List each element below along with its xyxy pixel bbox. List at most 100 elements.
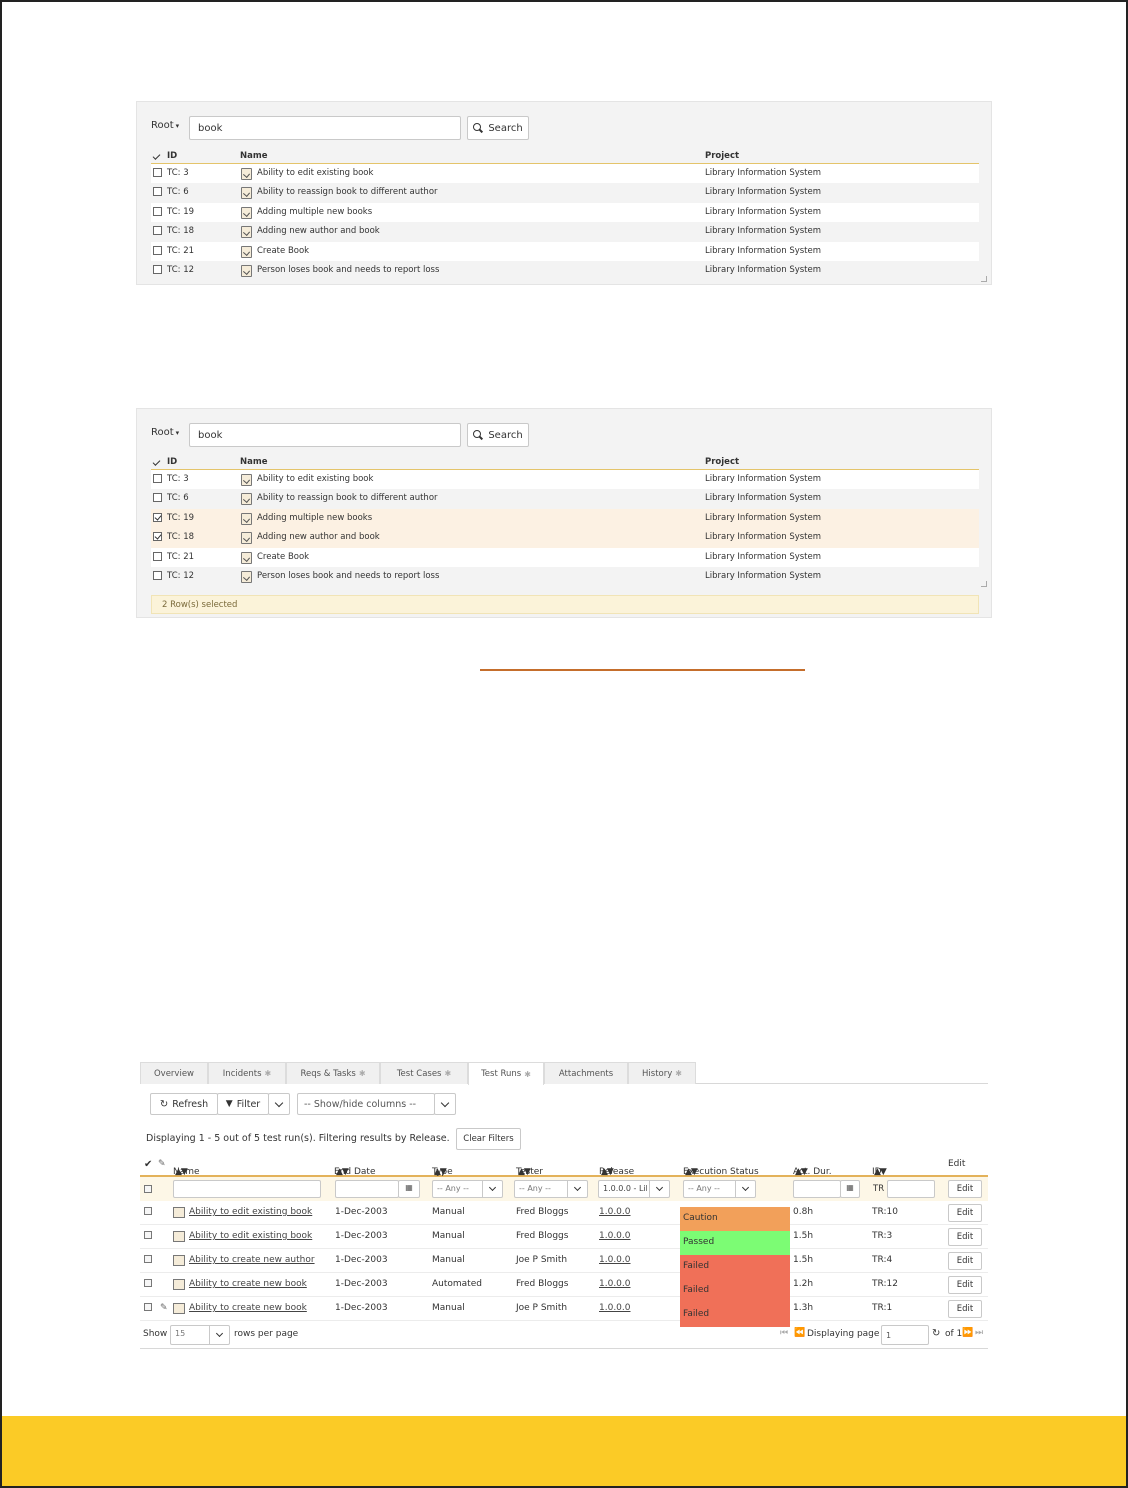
calculator-icon[interactable]: ▦ bbox=[840, 1180, 860, 1198]
row-checkbox[interactable] bbox=[153, 532, 162, 542]
test-run-name-link[interactable]: Ability to create new author bbox=[189, 1255, 315, 1265]
release-link[interactable]: 1.0.0.0 bbox=[599, 1279, 631, 1289]
edit-button[interactable]: Edit bbox=[948, 1300, 982, 1318]
search-button[interactable]: Search bbox=[467, 423, 529, 447]
table-row[interactable]: TC: 21 Create Book Library Information Sys… bbox=[151, 241, 979, 261]
tab-overview[interactable]: Overview bbox=[140, 1062, 208, 1084]
id-filter-input[interactable] bbox=[887, 1180, 935, 1198]
sort-icon[interactable]: ▲▼ bbox=[336, 1167, 349, 1177]
row-checkbox[interactable] bbox=[153, 245, 162, 255]
search-button[interactable]: Search bbox=[467, 116, 529, 140]
name-filter-input[interactable] bbox=[173, 1180, 321, 1198]
check-all-icon[interactable] bbox=[152, 458, 161, 466]
sort-icon[interactable]: ▲▼ bbox=[874, 1167, 887, 1177]
first-page-icon[interactable]: ⏮ bbox=[780, 1328, 788, 1338]
filter-button[interactable]: ▼ Filter bbox=[217, 1093, 269, 1115]
table-row[interactable]: TC: 18 Adding new author and book Library … bbox=[151, 528, 979, 548]
filter-dropdown-button[interactable] bbox=[268, 1093, 290, 1115]
row-checkbox[interactable] bbox=[144, 1303, 152, 1311]
tester-filter-select[interactable]: -- Any -- bbox=[514, 1180, 588, 1198]
check-all-icon[interactable] bbox=[152, 152, 161, 160]
tab-test-runs[interactable]: Test Runs ✱ bbox=[468, 1062, 544, 1085]
row-checkbox[interactable] bbox=[153, 474, 162, 483]
row-checkbox[interactable] bbox=[153, 168, 162, 177]
row-checkbox[interactable] bbox=[153, 570, 162, 580]
last-page-icon[interactable]: ⏭ bbox=[975, 1328, 983, 1338]
root-dropdown[interactable]: Root ▾ bbox=[151, 120, 179, 131]
root-dropdown[interactable]: Root ▾ bbox=[151, 427, 179, 438]
total-pages-label: of 1 bbox=[945, 1329, 963, 1339]
test-run-name-link[interactable]: Ability to edit existing book bbox=[189, 1207, 312, 1217]
row-checkbox[interactable] bbox=[153, 187, 162, 197]
tab-incidents[interactable]: Incidents ✱ bbox=[208, 1062, 286, 1084]
row-checkbox[interactable] bbox=[144, 1279, 152, 1287]
row-checkbox[interactable] bbox=[144, 1231, 152, 1239]
test-run-name-link[interactable]: Ability to create new book bbox=[189, 1279, 307, 1289]
sort-icon[interactable]: ▲▼ bbox=[518, 1167, 531, 1177]
paperclip-icon[interactable]: ✎ bbox=[160, 1303, 168, 1313]
sort-icon[interactable]: ▲▼ bbox=[434, 1167, 447, 1177]
table-row[interactable]: TC: 12 Person loses book and needs to rep… bbox=[151, 260, 979, 281]
previous-page-icon[interactable]: ⏪ bbox=[794, 1328, 805, 1338]
edit-button[interactable]: Edit bbox=[948, 1276, 982, 1294]
table-row[interactable]: TC: 19 Adding multiple new books Library I… bbox=[151, 508, 979, 529]
table-row[interactable]: TC: 18 Adding new author and book Library … bbox=[151, 222, 979, 242]
release-link[interactable]: 1.0.0.0 bbox=[599, 1255, 631, 1265]
rows-per-page-select[interactable]: 15 bbox=[170, 1325, 230, 1345]
search-input[interactable] bbox=[189, 116, 461, 140]
status-filter-select[interactable]: -- Any -- bbox=[683, 1180, 756, 1198]
edit-button[interactable]: Edit bbox=[948, 1252, 982, 1270]
table-row[interactable]: TC: 6 Ability to reassign book to differe… bbox=[151, 183, 979, 203]
row-checkbox[interactable] bbox=[144, 1207, 152, 1215]
table-row[interactable]: TC: 3 Ability to edit existing book Librar… bbox=[151, 164, 979, 184]
sort-icon[interactable]: ▲▼ bbox=[175, 1167, 188, 1177]
tab-test-cases[interactable]: Test Cases ✱ bbox=[380, 1062, 468, 1084]
next-page-icon[interactable]: ⏩ bbox=[962, 1328, 973, 1338]
table-row[interactable]: TC: 19 Adding multiple new books Library I… bbox=[151, 202, 979, 223]
calendar-icon[interactable]: ▦ bbox=[398, 1180, 420, 1198]
tester: Fred Bloggs bbox=[516, 1279, 569, 1289]
tab-attachments[interactable]: Attachments bbox=[544, 1062, 628, 1084]
sort-icon[interactable]: ▲▼ bbox=[685, 1167, 698, 1177]
page-number-input[interactable] bbox=[881, 1325, 929, 1345]
table-row[interactable]: TC: 12 Person loses book and needs to rep… bbox=[151, 566, 979, 587]
tab-reqs-tasks[interactable]: Reqs & Tasks ✱ bbox=[286, 1062, 380, 1084]
type-filter-select[interactable]: -- Any -- bbox=[432, 1180, 503, 1198]
resize-grip-icon[interactable] bbox=[981, 581, 987, 587]
table-row[interactable]: TC: 6 Ability to reassign book to differe… bbox=[151, 489, 979, 509]
table-row[interactable]: TC: 3 Ability to edit existing book Librar… bbox=[151, 470, 979, 490]
release-filter-select[interactable]: 1.0.0.0 - Lib bbox=[598, 1180, 670, 1198]
edit-button[interactable]: Edit bbox=[948, 1204, 982, 1222]
test-run-name-link[interactable]: Ability to edit existing book bbox=[189, 1231, 312, 1241]
release-link[interactable]: 1.0.0.0 bbox=[599, 1207, 631, 1217]
end-date: 1-Dec-2003 bbox=[335, 1207, 388, 1217]
filter-edit-button[interactable]: Edit bbox=[948, 1180, 982, 1198]
release-link[interactable]: 1.0.0.0 bbox=[599, 1231, 631, 1241]
tab-history[interactable]: History ✱ bbox=[628, 1062, 696, 1084]
release-link[interactable]: 1.0.0.0 bbox=[599, 1303, 631, 1313]
select-all-checkbox[interactable] bbox=[144, 1185, 152, 1193]
row-checkbox[interactable] bbox=[153, 264, 162, 274]
select-all-check-icon[interactable]: ✔ bbox=[144, 1159, 152, 1170]
tab-bar: Overview Incidents ✱ Reqs & Tasks ✱ Test Case… bbox=[140, 1062, 988, 1085]
search-input[interactable] bbox=[189, 423, 461, 447]
resize-grip-icon[interactable] bbox=[981, 276, 987, 282]
duration-filter-input[interactable] bbox=[793, 1180, 841, 1198]
test-run-name-link[interactable]: Ability to create new book bbox=[189, 1303, 307, 1313]
row-checkbox[interactable] bbox=[144, 1255, 152, 1263]
refresh-button[interactable]: ↻ Refresh bbox=[150, 1093, 218, 1115]
edit-button[interactable]: Edit bbox=[948, 1228, 982, 1246]
row-checkbox[interactable] bbox=[153, 226, 162, 236]
row-checkbox[interactable] bbox=[153, 551, 162, 561]
row-checkbox[interactable] bbox=[153, 206, 162, 216]
table-row[interactable]: TC: 21 Create Book Library Information Sys… bbox=[151, 547, 979, 567]
refresh-page-icon[interactable]: ↻ bbox=[932, 1328, 940, 1339]
end-date-filter-input[interactable] bbox=[335, 1180, 399, 1198]
sort-icon[interactable]: ▲▼ bbox=[601, 1167, 614, 1177]
show-hide-columns-select[interactable]: -- Show/hide columns -- bbox=[297, 1093, 435, 1115]
clear-filters-button[interactable]: Clear Filters bbox=[456, 1128, 521, 1150]
sort-icon[interactable]: ▲▼ bbox=[795, 1167, 808, 1177]
row-checkbox[interactable] bbox=[153, 512, 162, 522]
show-hide-dropdown-button[interactable] bbox=[434, 1093, 456, 1115]
row-checkbox[interactable] bbox=[153, 493, 162, 503]
